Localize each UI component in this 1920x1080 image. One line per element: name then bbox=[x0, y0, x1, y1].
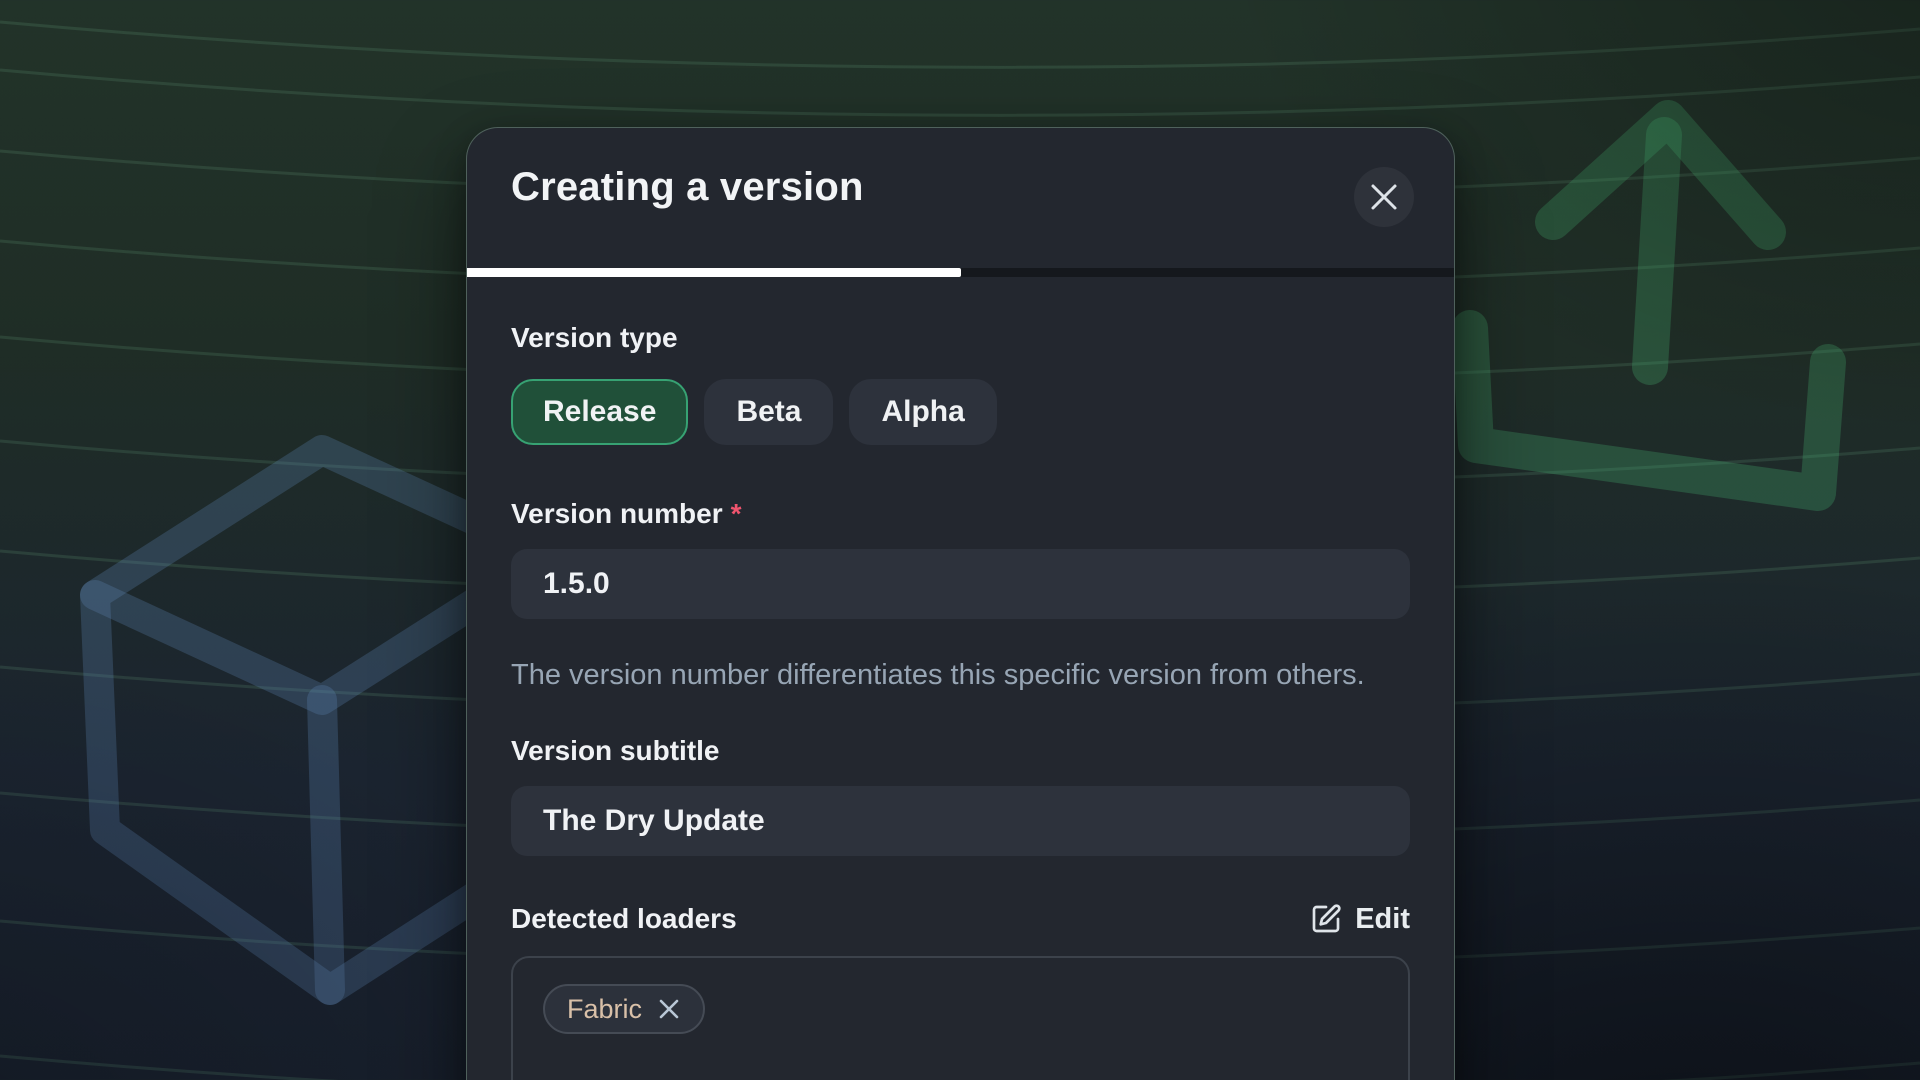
detected-loaders-header: Detected loaders Edit bbox=[511, 902, 1410, 936]
upload-arrow-icon bbox=[1440, 90, 1860, 520]
loader-chip-label: Fabric bbox=[567, 994, 642, 1025]
detected-loaders-label: Detected loaders bbox=[511, 902, 737, 936]
square-pen-icon bbox=[1310, 903, 1342, 935]
required-marker: * bbox=[731, 498, 742, 529]
version-number-label-text: Version number bbox=[511, 498, 723, 529]
version-number-help: The version number differentiates this s… bbox=[511, 653, 1401, 698]
version-type-alpha-button[interactable]: Alpha bbox=[849, 379, 996, 445]
progress-fill bbox=[467, 268, 961, 277]
modal-body: Version type Release Beta Alpha Version … bbox=[467, 277, 1454, 1080]
remove-loader-button[interactable] bbox=[657, 997, 681, 1021]
version-subtitle-input[interactable] bbox=[511, 786, 1410, 856]
version-type-options: Release Beta Alpha bbox=[511, 379, 1410, 445]
version-number-section: Version number * The version number diffe… bbox=[511, 497, 1410, 698]
edit-loaders-button[interactable]: Edit bbox=[1310, 903, 1410, 936]
version-number-label: Version number * bbox=[511, 497, 1410, 531]
version-type-label: Version type bbox=[511, 321, 1410, 355]
detected-loaders-box: Fabric bbox=[511, 956, 1410, 1080]
version-subtitle-label: Version subtitle bbox=[511, 734, 1410, 768]
version-type-beta-button[interactable]: Beta bbox=[704, 379, 833, 445]
edit-button-label: Edit bbox=[1355, 903, 1410, 936]
chip-remove-x-icon bbox=[657, 997, 681, 1021]
modal-header: Creating a version bbox=[467, 128, 1454, 268]
create-version-modal: Creating a version Version type Release … bbox=[466, 127, 1455, 1080]
loader-chip-fabric: Fabric bbox=[543, 984, 705, 1034]
close-button[interactable] bbox=[1354, 167, 1414, 227]
version-subtitle-section: Version subtitle bbox=[511, 734, 1410, 856]
wizard-progress-bar bbox=[467, 268, 1454, 277]
version-number-input[interactable] bbox=[511, 549, 1410, 619]
version-type-release-button[interactable]: Release bbox=[511, 379, 688, 445]
modal-title: Creating a version bbox=[511, 162, 1410, 212]
close-icon bbox=[1367, 180, 1401, 214]
